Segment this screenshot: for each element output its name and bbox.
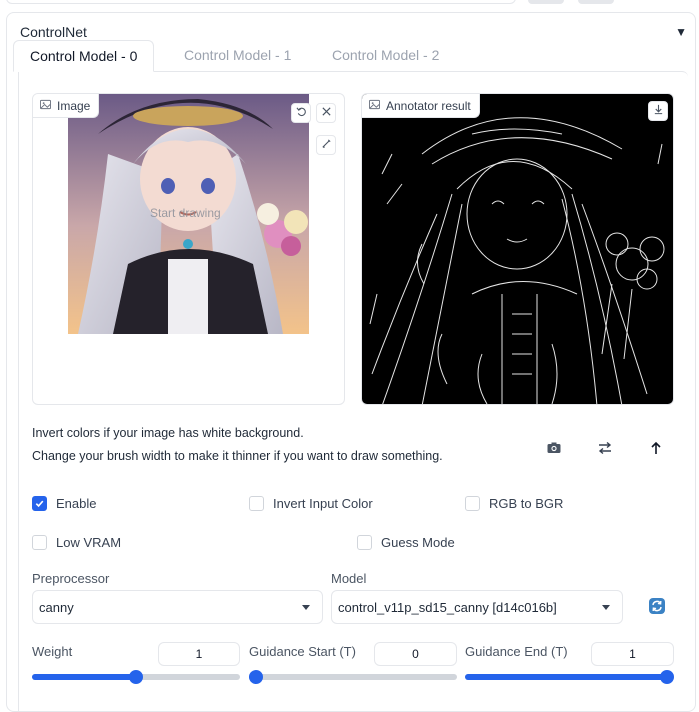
swap-arrows-icon	[597, 440, 613, 459]
checkbox-checked-icon[interactable]	[32, 496, 47, 511]
preprocessor-select[interactable]: canny	[32, 590, 323, 624]
swap-dimensions-button[interactable]	[588, 432, 622, 466]
slider-thumb[interactable]	[249, 670, 263, 684]
invert-input-color-label: Invert Input Color	[273, 496, 373, 511]
prompt-field-edge[interactable]	[6, 0, 516, 4]
rgb-to-bgr-label: RGB to BGR	[489, 496, 564, 511]
preprocessor-label: Preprocessor	[32, 571, 110, 586]
annotator-label-text: Annotator result	[386, 98, 471, 113]
image-label-text: Image	[57, 98, 91, 113]
model-value: control_v11p_sd15_canny [d14c016b]	[338, 599, 557, 615]
top-strip	[0, 0, 699, 8]
image-input-box[interactable]: Image Start drawing	[32, 93, 345, 405]
top-button-2[interactable]	[578, 0, 614, 4]
tab-control-model-0[interactable]: Control Model - 0	[13, 40, 155, 72]
slider-fill	[465, 674, 667, 680]
tab-control-model-2[interactable]: Control Model - 2	[316, 40, 455, 72]
guess-mode-label: Guess Mode	[381, 535, 455, 550]
image-icon	[369, 99, 380, 113]
chevron-down-icon	[602, 605, 610, 610]
guidance-end-slider[interactable]	[465, 670, 674, 684]
hint-brush-width: Change your brush width to make it thinn…	[32, 449, 443, 463]
clear-button[interactable]	[316, 103, 336, 123]
camera-icon	[546, 440, 562, 459]
up-arrow-icon	[648, 440, 664, 459]
slider-thumb[interactable]	[129, 670, 143, 684]
download-button[interactable]	[648, 101, 668, 121]
guidance-start-slider[interactable]	[249, 670, 457, 684]
invert-input-color-checkbox[interactable]: Invert Input Color	[249, 496, 373, 511]
image-icon	[40, 99, 51, 113]
annotator-label: Annotator result	[362, 94, 480, 118]
triangle-down-icon[interactable]: ▼	[675, 25, 687, 39]
model-tabs: Control Model - 0 Control Model - 1 Cont…	[13, 40, 683, 72]
guidance-start-label: Guidance Start (T)	[249, 644, 356, 659]
enable-label: Enable	[56, 496, 97, 511]
refresh-models-button[interactable]	[641, 590, 673, 624]
annotator-result-box: Annotator result	[361, 93, 674, 405]
guidance-start-input[interactable]: 0	[374, 642, 457, 666]
image-label: Image	[33, 94, 100, 118]
top-button-1[interactable]	[528, 0, 564, 4]
tab-control-model-1[interactable]: Control Model - 1	[168, 40, 307, 72]
enable-checkbox[interactable]: Enable	[32, 496, 96, 511]
hint-invert-colors: Invert colors if your image has white ba…	[32, 426, 304, 440]
refresh-icon	[648, 597, 666, 618]
checkbox-icon[interactable]	[32, 535, 47, 550]
low-vram-checkbox[interactable]: Low VRAM	[32, 535, 121, 550]
low-vram-label: Low VRAM	[56, 535, 122, 550]
chevron-down-icon	[302, 605, 310, 610]
undo-button[interactable]	[291, 103, 311, 123]
canny-edge-image	[369, 117, 665, 404]
model-label: Model	[331, 571, 367, 586]
checkbox-icon[interactable]	[249, 496, 264, 511]
download-icon	[653, 104, 664, 118]
accordion-title[interactable]: ControlNet	[20, 24, 87, 40]
guidance-end-input[interactable]: 1	[591, 642, 674, 666]
close-icon	[321, 106, 332, 120]
send-dimensions-button[interactable]	[639, 432, 673, 466]
weight-slider[interactable]	[32, 670, 240, 684]
brush-icon	[321, 138, 332, 152]
camera-button[interactable]	[537, 432, 571, 466]
brush-button[interactable]	[316, 135, 336, 155]
weight-label: Weight	[32, 644, 73, 659]
undo-icon	[295, 106, 307, 120]
slider-thumb[interactable]	[660, 670, 674, 684]
weight-input[interactable]: 1	[158, 642, 240, 666]
start-drawing-overlay: Start drawing	[150, 206, 221, 220]
slider-track	[249, 674, 457, 680]
guidance-end-label: Guidance End (T)	[465, 644, 568, 659]
rgb-to-bgr-checkbox[interactable]: RGB to BGR	[465, 496, 563, 511]
slider-fill	[32, 674, 136, 680]
checkbox-icon[interactable]	[465, 496, 480, 511]
checkbox-icon[interactable]	[357, 535, 372, 550]
model-select[interactable]: control_v11p_sd15_canny [d14c016b]	[331, 590, 623, 624]
preprocessor-value: canny	[39, 599, 74, 615]
guess-mode-checkbox[interactable]: Guess Mode	[357, 535, 455, 550]
